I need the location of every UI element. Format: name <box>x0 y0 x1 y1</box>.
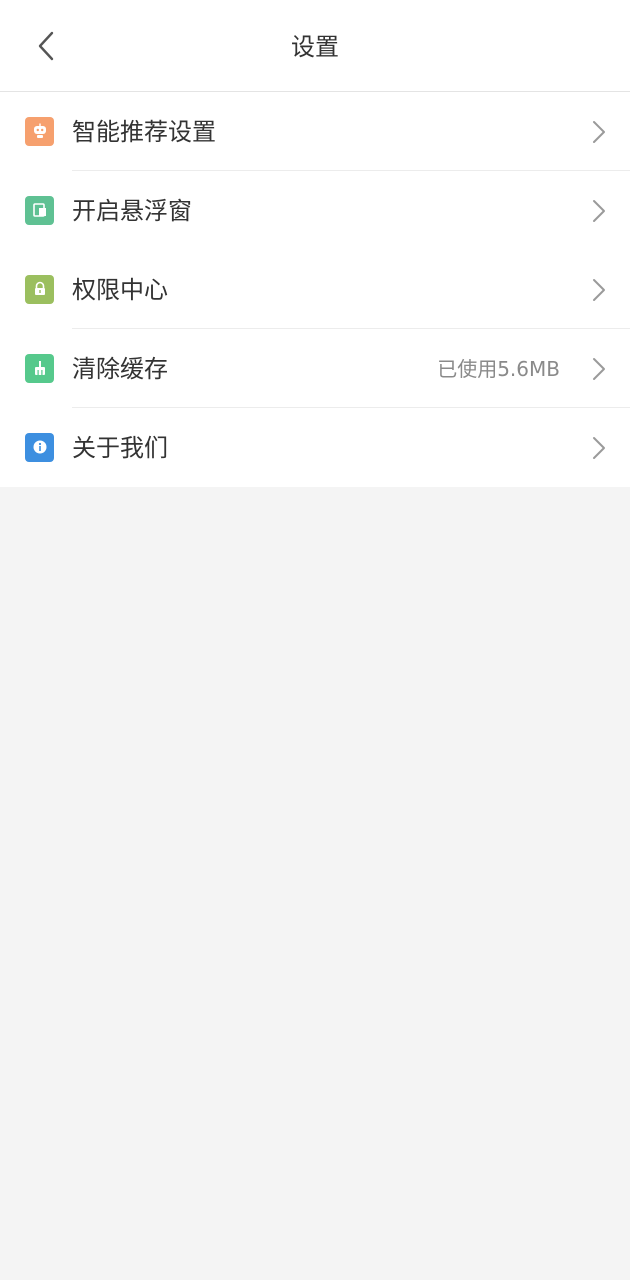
settings-item-label: 开启悬浮窗 <box>72 197 192 225</box>
robot-icon <box>25 116 54 146</box>
floating-window-icon <box>25 195 54 225</box>
chevron-right-icon <box>593 278 605 301</box>
chevron-right-icon <box>593 120 605 143</box>
info-icon <box>25 432 54 462</box>
settings-item-label: 清除缓存 <box>72 355 168 383</box>
settings-item-permission-center[interactable]: 权限中心 <box>0 250 630 329</box>
broom-icon <box>25 353 54 383</box>
lock-icon <box>25 274 54 304</box>
settings-item-smart-recommendation[interactable]: 智能推荐设置 <box>0 92 630 171</box>
chevron-right-icon <box>593 436 605 459</box>
settings-item-label: 智能推荐设置 <box>72 118 216 146</box>
cache-size-value: 已使用5.6MB <box>437 357 560 381</box>
settings-item-floating-window[interactable]: 开启悬浮窗 <box>0 170 630 250</box>
settings-item-clear-cache[interactable]: 清除缓存 已使用5.6MB <box>0 328 630 408</box>
settings-item-about-us[interactable]: 关于我们 <box>0 407 630 487</box>
settings-list: 智能推荐设置 开启悬浮窗 权限中心 清除缓存 已使用5.6MB 关于我们 <box>0 92 630 487</box>
page-title: 设置 <box>291 33 339 61</box>
chevron-right-icon <box>593 199 605 222</box>
settings-item-label: 权限中心 <box>72 276 168 304</box>
settings-item-label: 关于我们 <box>72 434 168 462</box>
top-app-bar: 设置 <box>0 0 630 92</box>
chevron-right-icon <box>593 357 605 380</box>
